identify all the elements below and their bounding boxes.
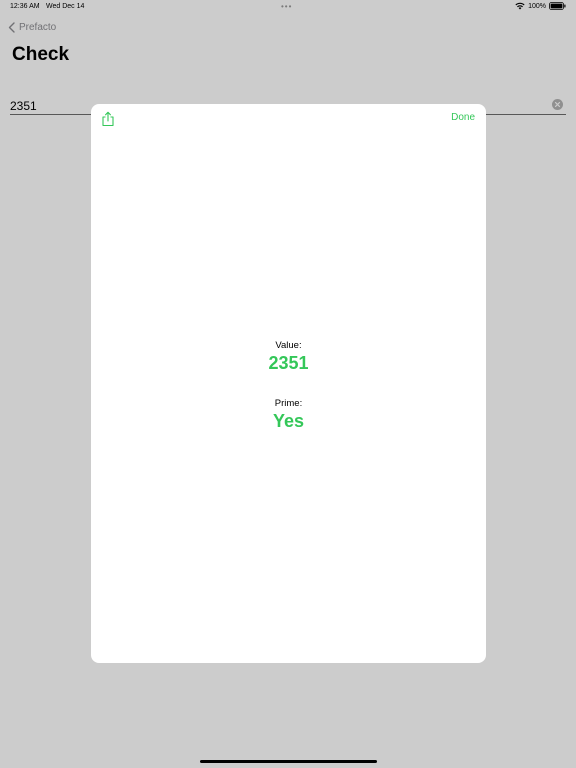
home-indicator[interactable]	[200, 760, 377, 763]
done-button[interactable]: Done	[451, 112, 475, 123]
result-sheet: Done Value: 2351 Prime: Yes	[91, 104, 486, 663]
value-label: Value:	[275, 340, 302, 351]
prime-label: Prime:	[274, 398, 303, 409]
value-number: 2351	[268, 353, 309, 373]
prime-result: Prime: Yes	[91, 398, 486, 432]
share-icon[interactable]	[101, 111, 115, 127]
value-result: Value: 2351	[91, 340, 486, 374]
prime-value: Yes	[272, 411, 305, 431]
